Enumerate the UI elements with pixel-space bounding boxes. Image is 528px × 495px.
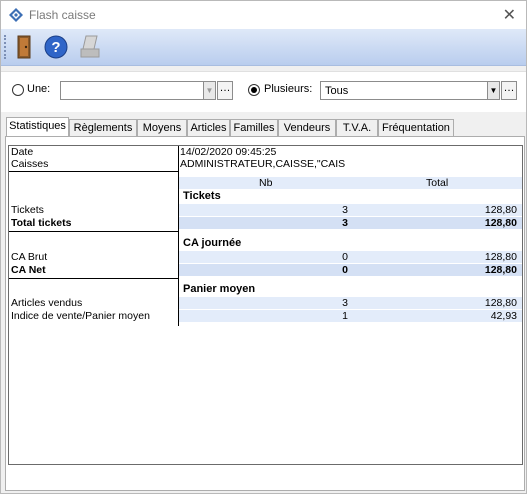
caisse-filter-bar: Une: ▼ … Plusieurs: Tous ▼ …: [1, 71, 526, 112]
row-ca-net: CA Net 0 128,80: [9, 264, 522, 276]
tab-familles[interactable]: Familles: [230, 119, 278, 136]
flash-caisse-window: Flash caisse ✕ ? Une: ▼ … Plusieurs: Tou…: [0, 0, 527, 494]
ca-net-label: CA Net: [11, 264, 46, 276]
indice-nb: 1: [342, 310, 348, 322]
section-panier-title: Panier moyen: [183, 283, 256, 295]
tab-reglements[interactable]: Règlements: [69, 119, 137, 136]
window-title: Flash caisse: [29, 8, 96, 22]
ca-brut-total: 128,80: [484, 251, 517, 263]
statistiques-panel: Date 14/02/2020 09:45:25 Caisses ADMINIS…: [5, 136, 525, 491]
une-combo[interactable]: [60, 81, 205, 100]
tab-statistiques[interactable]: Statistiques: [6, 117, 69, 137]
row-date: Date 14/02/2020 09:45:25: [9, 146, 522, 158]
row-tickets: Tickets 3 128,80: [9, 204, 522, 216]
print-icon[interactable]: [77, 33, 103, 61]
une-dropdown-arrow-icon[interactable]: ▼: [203, 81, 216, 100]
section-tickets: Tickets: [9, 190, 522, 202]
articles-label: Articles vendus: [11, 297, 83, 309]
row-indice: Indice de vente/Panier moyen 1 42,93: [9, 310, 522, 322]
tab-frequentation[interactable]: Fréquentation: [378, 119, 454, 136]
row-caisses: Caisses ADMINISTRATEUR,CAISSE,"CAIS: [9, 158, 522, 170]
tab-vendeurs[interactable]: Vendeurs: [278, 119, 336, 136]
close-icon[interactable]: ✕: [503, 5, 516, 25]
une-browse-button[interactable]: …: [217, 81, 233, 100]
row-articles: Articles vendus 3 128,80: [9, 297, 522, 309]
toolbar: ?: [1, 29, 526, 66]
articles-nb: 3: [342, 297, 348, 309]
ca-brut-nb: 0: [342, 251, 348, 263]
articles-total: 128,80: [484, 297, 517, 309]
plusieurs-radio[interactable]: [248, 84, 260, 96]
section-panier: Panier moyen: [9, 283, 522, 295]
title-bar: Flash caisse ✕: [1, 1, 526, 29]
tickets-total: 128,80: [484, 204, 517, 216]
section-tickets-title: Tickets: [183, 190, 221, 202]
col-total-header: Total: [426, 177, 449, 189]
plusieurs-label: Plusieurs:: [264, 83, 313, 95]
indice-label: Indice de vente/Panier moyen: [11, 310, 150, 322]
row-total-tickets: Total tickets 3 128,80: [9, 217, 522, 229]
une-radio[interactable]: [12, 84, 24, 96]
caisses-label: Caisses: [11, 158, 49, 170]
ca-net-nb: 0: [342, 264, 348, 276]
tab-moyens[interactable]: Moyens: [137, 119, 187, 136]
plusieurs-browse-button[interactable]: …: [501, 81, 517, 100]
ca-brut-label: CA Brut: [11, 251, 48, 263]
indice-total: 42,93: [490, 310, 517, 322]
section-ca: CA journée: [9, 237, 522, 249]
svg-text:?: ?: [51, 39, 60, 56]
plusieurs-combo-value: Tous: [325, 85, 349, 97]
ca-net-total: 128,80: [484, 264, 517, 276]
col-nb-header: Nb: [259, 177, 273, 189]
exit-door-icon[interactable]: [11, 33, 37, 61]
plusieurs-combo[interactable]: Tous: [320, 81, 489, 100]
total-tickets-total: 128,80: [484, 217, 517, 229]
tickets-nb: 3: [342, 204, 348, 216]
tab-articles[interactable]: Articles: [187, 119, 230, 136]
help-icon[interactable]: ?: [43, 33, 69, 61]
caisses-value: ADMINISTRATEUR,CAISSE,"CAIS: [180, 158, 346, 170]
une-label: Une:: [27, 83, 51, 95]
tab-tva[interactable]: T.V.A.: [336, 119, 378, 136]
app-icon: [9, 8, 23, 22]
separator: [9, 278, 179, 279]
statistics-grid[interactable]: Date 14/02/2020 09:45:25 Caisses ADMINIS…: [8, 145, 523, 465]
section-ca-title: CA journée: [183, 237, 242, 249]
tickets-label: Tickets: [11, 204, 44, 216]
row-ca-brut: CA Brut 0 128,80: [9, 251, 522, 263]
total-tickets-nb: 3: [342, 217, 348, 229]
separator: [9, 231, 179, 232]
date-value: 14/02/2020 09:45:25: [180, 146, 277, 158]
toolbar-grip[interactable]: [4, 35, 9, 59]
date-label: Date: [11, 146, 34, 158]
total-tickets-label: Total tickets: [11, 217, 72, 229]
separator: [9, 171, 179, 172]
header-row: Nb Total: [9, 177, 522, 189]
plusieurs-dropdown-arrow-icon[interactable]: ▼: [487, 81, 500, 100]
